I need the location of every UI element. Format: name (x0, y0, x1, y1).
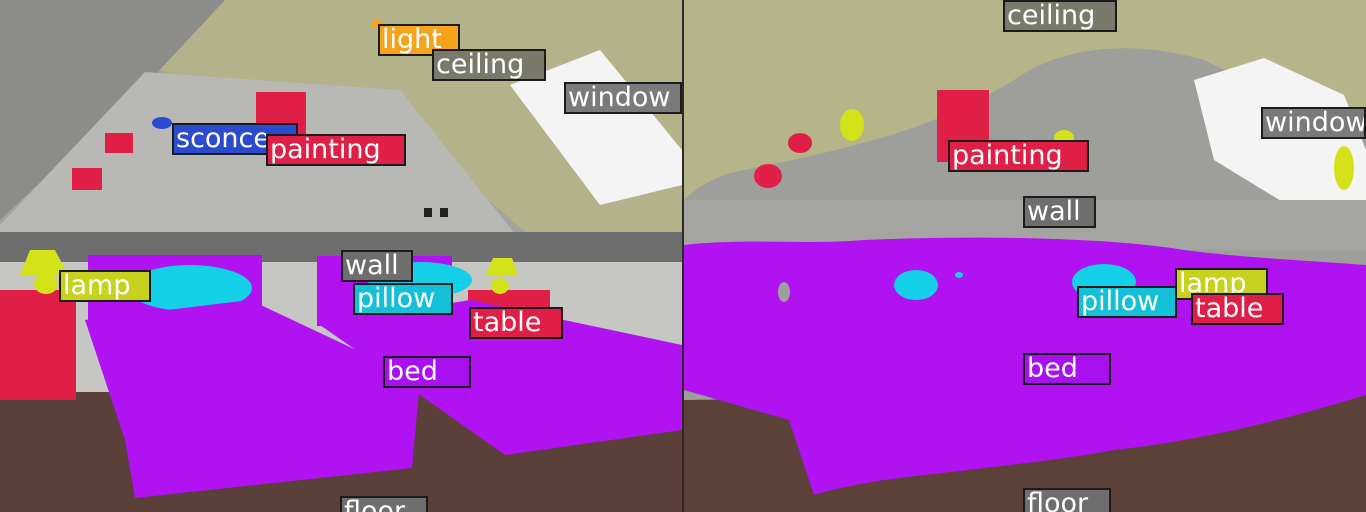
label-lamp: lamp (59, 270, 151, 302)
label-window: window (564, 82, 682, 114)
label-pillow: pillow (1077, 286, 1177, 318)
right-segmentation-panel: ceiling window painting wall lamp pillow… (684, 0, 1366, 512)
label-pillow: pillow (353, 283, 453, 315)
label-floor: floor (340, 496, 428, 512)
left-segmentation-panel: light ceiling window sconce painting wal… (0, 0, 682, 512)
label-bed: bed (383, 356, 471, 388)
label-painting: painting (266, 134, 406, 166)
label-table: table (1191, 293, 1284, 325)
right-scene-illustration (684, 0, 1366, 512)
label-bed: bed (1023, 353, 1111, 385)
label-wall: wall (341, 250, 413, 282)
label-table: table (469, 307, 563, 339)
label-wall: wall (1023, 196, 1096, 228)
label-ceiling: ceiling (1003, 0, 1117, 32)
label-window: window (1261, 107, 1366, 139)
segmentation-comparison: light ceiling window sconce painting wal… (0, 0, 1366, 512)
label-painting: painting (948, 140, 1089, 172)
label-ceiling: ceiling (432, 49, 546, 81)
label-floor: floor (1023, 488, 1111, 512)
